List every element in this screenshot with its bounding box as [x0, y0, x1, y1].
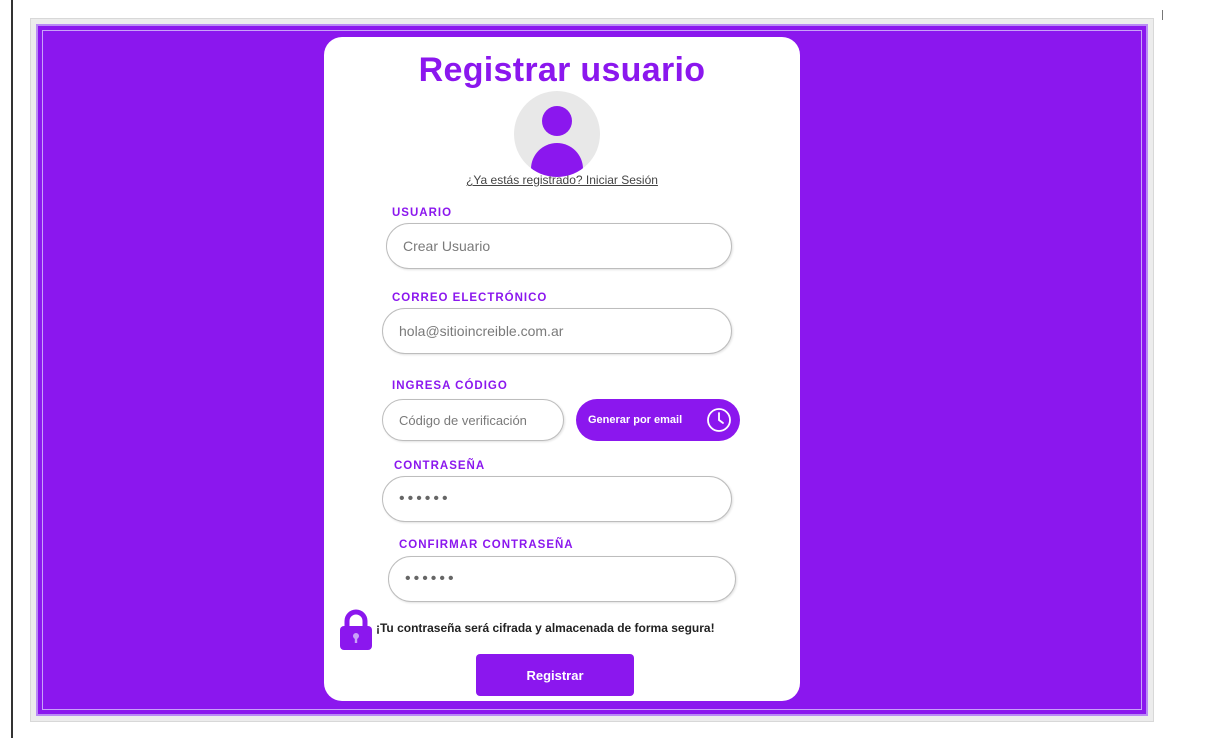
username-input[interactable]	[386, 223, 732, 269]
register-card: Registrar usuario ¿Ya estás registrado? …	[324, 37, 800, 701]
edge-tick	[1162, 10, 1163, 20]
register-button[interactable]: Registrar	[476, 654, 634, 696]
password-input[interactable]	[382, 476, 732, 522]
confirm-password-input[interactable]	[388, 556, 736, 602]
clock-icon	[707, 408, 731, 432]
email-input[interactable]	[382, 308, 732, 354]
avatar-body	[531, 143, 583, 177]
generate-code-label: Generar por email	[588, 414, 683, 426]
lock-icon	[340, 609, 372, 650]
avatar-head	[542, 106, 572, 136]
page-title: Registrar usuario	[418, 51, 706, 89]
security-notice: ¡Tu contraseña será cifrada y almacenada…	[376, 621, 715, 635]
confirm-password-label: CONFIRMAR CONTRASEÑA	[399, 539, 574, 551]
code-label: INGRESA CÓDIGO	[392, 380, 508, 392]
email-label: CORREO ELECTRÓNICO	[392, 292, 548, 304]
generate-code-button[interactable]: Generar por email	[576, 399, 740, 441]
username-label: USUARIO	[392, 207, 453, 219]
password-label: CONTRASEÑA	[394, 460, 486, 472]
verification-code-input[interactable]	[382, 399, 564, 441]
left-border-line	[11, 0, 13, 738]
user-avatar-icon	[514, 91, 600, 177]
login-link[interactable]: ¿Ya estás registrado? Iniciar Sesión	[324, 173, 800, 187]
